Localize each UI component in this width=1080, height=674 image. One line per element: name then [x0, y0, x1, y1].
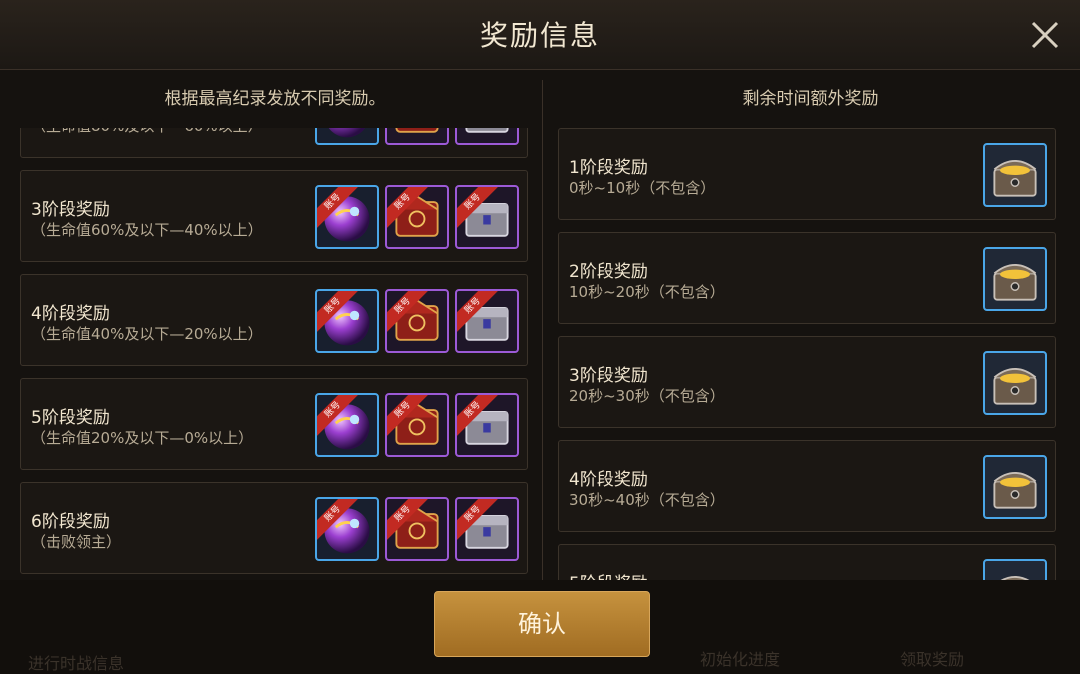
confirm-button[interactable]: 确认: [434, 591, 650, 657]
time-bonus-card-stage-5: 5阶段奖励: [558, 544, 1056, 580]
reward-item-crate[interactable]: 账号: [455, 393, 519, 457]
time-bonus-desc: 0秒~10秒（不包含）: [569, 179, 716, 197]
gold-treasure-chest-icon: [993, 160, 1037, 197]
reward-card-desc: （生命值80%及以下—60%以上）: [31, 128, 263, 136]
reward-item-orb[interactable]: 账号: [315, 497, 379, 561]
reward-card-stage-4: 4阶段奖励 （生命值40%及以下—20%以上） 账号 账号 账号: [20, 274, 528, 366]
time-bonus-name: 3阶段奖励: [569, 366, 648, 386]
reward-item-chest[interactable]: [983, 143, 1047, 207]
reward-item-crate[interactable]: 账号: [455, 289, 519, 353]
reward-slots: [983, 559, 1047, 580]
time-bonus-name: 4阶段奖励: [569, 470, 648, 490]
time-bonus-list[interactable]: 1阶段奖励 0秒~10秒（不包含） 2阶段奖励 10秒~20秒（不包含） 3阶段…: [548, 128, 1073, 580]
silver-crate-icon: [465, 128, 509, 133]
reward-card-stage-6: 6阶段奖励 （击败领主） 账号 账号 账号: [20, 482, 528, 574]
reward-item-crate[interactable]: 账号: [455, 497, 519, 561]
reward-slots: 账号 账号 账号: [315, 289, 519, 353]
background-hint-right: 领取奖励: [900, 650, 965, 669]
reward-slots: 账号 账号 账号: [315, 497, 519, 561]
column-divider: [542, 80, 543, 580]
time-bonus-desc: 20秒~30秒（不包含）: [569, 387, 725, 405]
reward-item-box[interactable]: 账号: [385, 289, 449, 353]
reward-card-desc: （击败领主）: [31, 533, 122, 551]
reward-card-desc: （生命值60%及以下—40%以上）: [31, 221, 263, 239]
background-hint-left: 进行时战信息: [28, 654, 125, 673]
background-hint-mid: 初始化进度: [700, 650, 781, 669]
time-bonus-column: 剩余时间额外奖励 1阶段奖励 0秒~10秒（不包含） 2阶段奖励 10秒~20秒…: [548, 70, 1073, 580]
reward-card-desc: （生命值40%及以下—20%以上）: [31, 325, 263, 343]
time-bonus-card-stage-1: 1阶段奖励 0秒~10秒（不包含）: [558, 128, 1056, 220]
time-bonus-name: 1阶段奖励: [569, 158, 648, 178]
gold-treasure-chest-icon: [993, 472, 1037, 509]
reward-item-box[interactable]: 账号: [385, 393, 449, 457]
record-reward-column: 根据最高纪录发放不同奖励。 （生命值80%及以下—60%以上）: [10, 70, 540, 580]
reward-slots: [315, 128, 519, 145]
reward-item-box[interactable]: 账号: [385, 185, 449, 249]
reward-card-desc: （生命值20%及以下—0%以上）: [31, 429, 254, 447]
time-bonus-card-stage-3: 3阶段奖励 20秒~30秒（不包含）: [558, 336, 1056, 428]
time-bonus-heading: 剩余时间额外奖励: [742, 89, 879, 109]
reward-slots: [983, 455, 1047, 519]
dialog-title: 奖励信息: [479, 19, 600, 52]
red-gift-box-icon: [395, 128, 439, 133]
time-bonus-card-stage-4: 4阶段奖励 30秒~40秒（不包含）: [558, 440, 1056, 532]
reward-card-stage-5: 5阶段奖励 （生命值20%及以下—0%以上） 账号 账号 账号: [20, 378, 528, 470]
reward-slots: 账号 账号 账号: [315, 393, 519, 457]
record-reward-list[interactable]: （生命值80%及以下—60%以上）: [10, 128, 540, 580]
reward-item-chest[interactable]: [983, 247, 1047, 311]
reward-item-orb[interactable]: 账号: [315, 289, 379, 353]
reward-card-stage-3: 3阶段奖励 （生命值60%及以下—40%以上） 账号 账号 账号: [20, 170, 528, 262]
reward-slots: [983, 143, 1047, 207]
reward-card-name: 5阶段奖励: [31, 408, 110, 428]
reward-item-chest[interactable]: [983, 351, 1047, 415]
reward-item-orb[interactable]: 账号: [315, 185, 379, 249]
record-reward-heading: 根据最高纪录发放不同奖励。: [164, 89, 386, 109]
gold-treasure-chest-icon: [993, 368, 1037, 405]
gold-treasure-chest-icon: [993, 264, 1037, 301]
reward-item-crate[interactable]: [455, 128, 519, 145]
gold-treasure-chest-icon: [1000, 576, 1030, 580]
reward-slots: [983, 247, 1047, 311]
reward-item-chest[interactable]: [983, 559, 1047, 580]
reward-item-orb[interactable]: [315, 128, 379, 145]
reward-item-box[interactable]: [385, 128, 449, 145]
time-bonus-card-stage-2: 2阶段奖励 10秒~20秒（不包含）: [558, 232, 1056, 324]
close-x-icon: [1031, 21, 1059, 49]
time-bonus-name: 5阶段奖励: [569, 569, 648, 580]
reward-info-dialog: 奖励信息 根据最高纪录发放不同奖励。 （生命值80%及以下—60%以上）: [0, 0, 1080, 674]
purple-orb-icon: [328, 128, 366, 138]
reward-card-name: 4阶段奖励: [31, 304, 110, 324]
reward-item-chest[interactable]: [983, 455, 1047, 519]
dialog-header: 奖励信息: [0, 0, 1080, 70]
time-bonus-name: 2阶段奖励: [569, 262, 648, 282]
reward-card-name: 3阶段奖励: [31, 200, 110, 220]
reward-card-stage-2: （生命值80%及以下—60%以上）: [20, 128, 528, 158]
time-bonus-desc: 10秒~20秒（不包含）: [569, 283, 725, 301]
reward-item-crate[interactable]: 账号: [455, 185, 519, 249]
time-bonus-desc: 30秒~40秒（不包含）: [569, 491, 725, 509]
reward-card-name: 6阶段奖励: [31, 512, 110, 532]
reward-slots: [983, 351, 1047, 415]
reward-slots: 账号 账号 账号: [315, 185, 519, 249]
reward-item-orb[interactable]: 账号: [315, 393, 379, 457]
reward-item-box[interactable]: 账号: [385, 497, 449, 561]
close-button[interactable]: [1028, 18, 1062, 52]
